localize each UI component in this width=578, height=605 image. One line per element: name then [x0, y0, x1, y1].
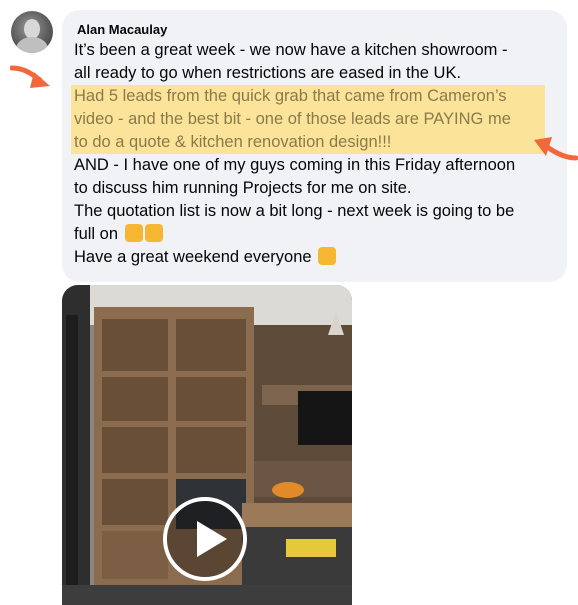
play-icon[interactable] — [163, 497, 247, 581]
avatar-face — [24, 19, 40, 39]
avatar-shoulders — [16, 37, 48, 53]
comment-line-highlighted: to do a quote & kitchen renovation desig… — [71, 131, 545, 154]
comment-line-highlighted: Had 5 leads from the quick grab that cam… — [71, 85, 545, 108]
comment-line: full on — [74, 223, 545, 246]
comment-line: AND - I have one of my guys coming in th… — [74, 156, 516, 174]
right-arrow-icon — [534, 137, 578, 161]
avatar[interactable] — [11, 11, 53, 53]
comment-line-highlighted: video - and the best bit - one of those … — [71, 108, 545, 131]
comment-line: all ready to go when restrictions are ea… — [74, 64, 462, 82]
comment-bubble: Alan Macaulay It’s been a great week - w… — [62, 10, 567, 282]
comment-text: It’s been a great week - we now have a k… — [71, 39, 545, 269]
comment-line: Have a great weekend everyone — [74, 246, 545, 269]
video-thumbnail[interactable] — [62, 285, 352, 605]
comment-line: to discuss him running Projects for me o… — [74, 179, 412, 197]
left-arrow-icon — [10, 65, 50, 88]
ok-hand-emoji — [318, 247, 337, 265]
comment-line: The quotation list is now a bit long - n… — [74, 202, 515, 220]
author-name[interactable]: Alan Macaulay — [77, 22, 167, 37]
thumbs-up-emoji — [124, 224, 143, 242]
comment-line: It’s been a great week - we now have a k… — [74, 41, 508, 59]
flexed-biceps-emoji — [144, 224, 163, 242]
